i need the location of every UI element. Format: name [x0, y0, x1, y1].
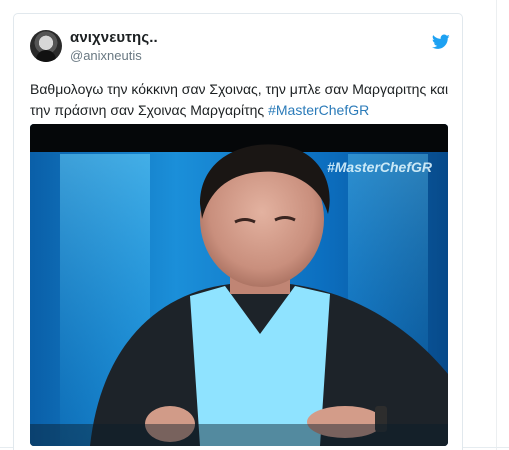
display-name[interactable]: ανιχνευτης.. — [70, 29, 158, 46]
avatar[interactable] — [30, 30, 62, 62]
tweet-media-photo[interactable]: #MasterChefGR — [30, 124, 448, 446]
right-divider — [496, 0, 497, 450]
embedded-tweet-card[interactable]: ανιχνευτης.. @anixneutis Βαθμολογω την κ… — [13, 13, 463, 450]
media-watermark: #MasterChefGR — [326, 159, 432, 175]
hashtag-link[interactable]: #MasterChefGR — [268, 102, 369, 118]
screen-name[interactable]: @anixneutis — [70, 48, 142, 63]
twitter-bird-icon[interactable] — [432, 34, 450, 50]
tweet-text-body: Βαθμολογω την κόκκινη σαν Σχοινας, την μ… — [30, 81, 449, 118]
tweet-text: Βαθμολογω την κόκκινη σαν Σχοινας, την μ… — [30, 79, 450, 121]
